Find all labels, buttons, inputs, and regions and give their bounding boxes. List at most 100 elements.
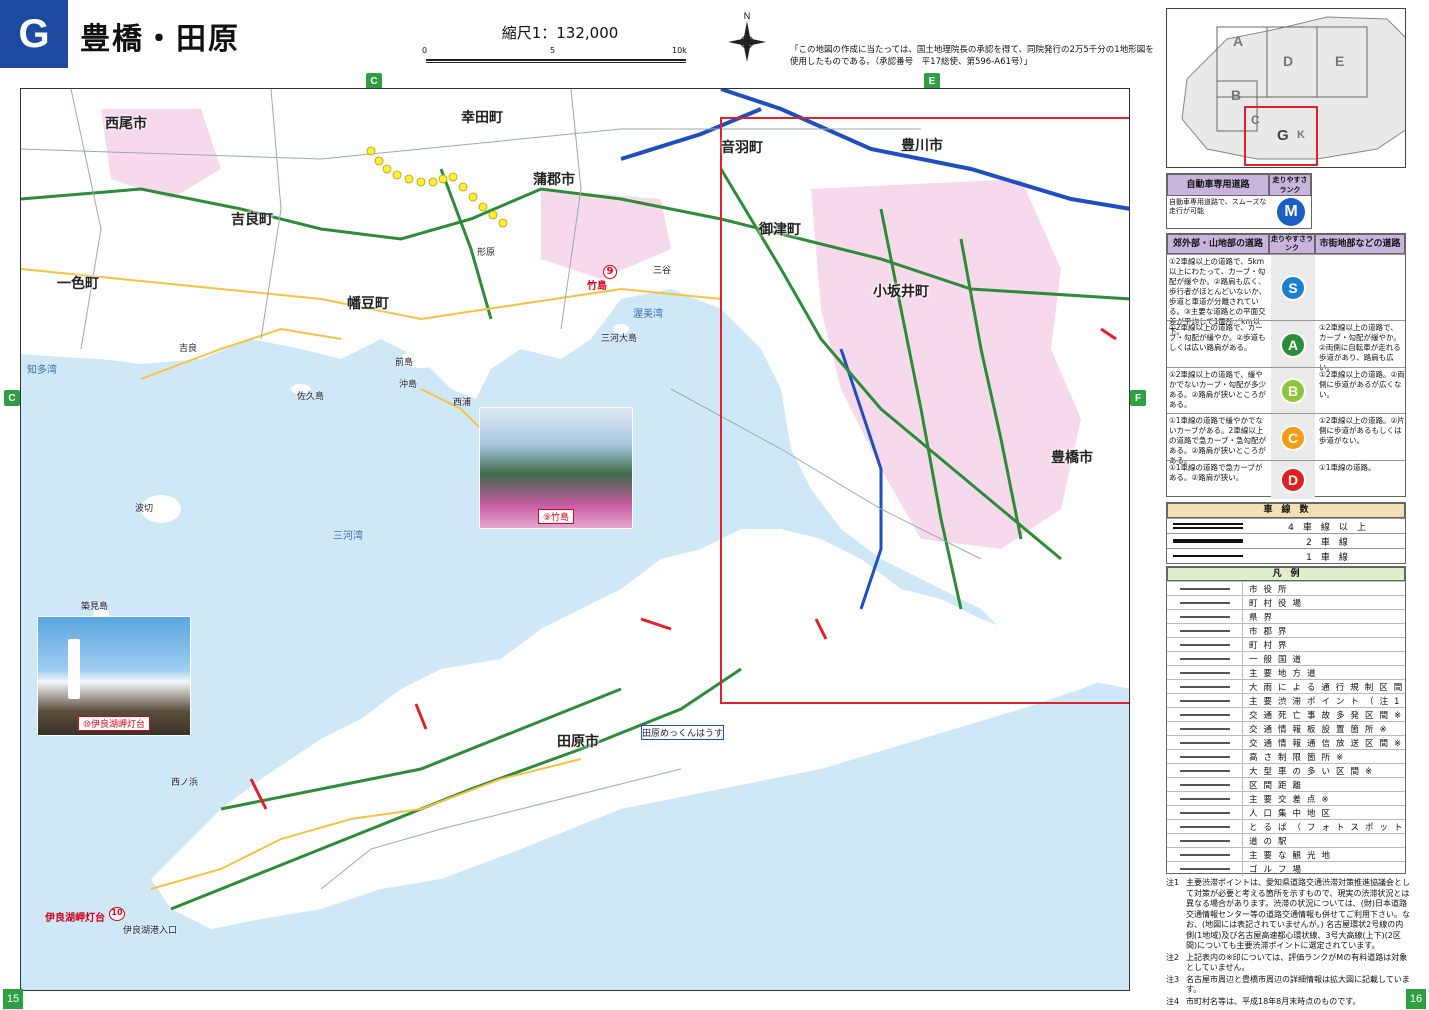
legend-symbol-icon bbox=[1167, 721, 1243, 736]
water-label: 渥美湾 bbox=[633, 309, 663, 320]
edge-marker[interactable]: F bbox=[1130, 390, 1146, 406]
rank-table: 郊外部・山地部の道路 走りやすさランク 市街地部などの道路 ①2車線以上の道路で… bbox=[1166, 233, 1406, 499]
legend-symbol-icon bbox=[1167, 581, 1243, 596]
footnote-text: 市町村名等は、平成18年8月末時点のものです。 bbox=[1186, 996, 1361, 1006]
rank-m-badge: M bbox=[1277, 198, 1305, 226]
legend-symbol-icon bbox=[1167, 595, 1243, 610]
copyright-note: 「この地図の作成に当たっては、国土地理院長の承認を得て、同院発行の2万5千分の1… bbox=[790, 45, 1154, 67]
legend-text: 人口集中地区 bbox=[1249, 808, 1337, 819]
lane1-symbol bbox=[1173, 555, 1243, 557]
legend-text: 大雨による通行規制区間※ bbox=[1249, 682, 1405, 693]
legend-row: 区間距離 bbox=[1167, 777, 1405, 792]
inset-label: E bbox=[1335, 53, 1345, 69]
legend-row: 交通死亡事故多発区間※ bbox=[1167, 707, 1405, 722]
city-label: 蒲郡市 bbox=[533, 172, 575, 188]
legend-text: とるぱ（フォトスポット＆パーキング） bbox=[1249, 822, 1405, 833]
rank-desc-right: ①2車線以上の道路で、カーブ・勾配が緩やか。②両側に自転車が走れる歩道があり、路… bbox=[1319, 323, 1401, 372]
legend-text: 市郡界 bbox=[1249, 626, 1293, 637]
photo-caption: ⑩伊良湖岬灯台 bbox=[77, 716, 151, 731]
footnote-key: 注2 bbox=[1166, 952, 1180, 962]
legend-symbol-icon bbox=[1167, 679, 1243, 694]
legend-text: 一般国道 bbox=[1249, 654, 1308, 665]
compass-icon: N bbox=[728, 11, 766, 62]
place-label: 伊良湖港入口 bbox=[123, 926, 178, 936]
rank-desc-left: ①2車線以上の道路で、カーブ・勾配が緩やか。②歩道もしくは広い路肩がある。 bbox=[1169, 323, 1266, 352]
svg-text:N: N bbox=[744, 11, 751, 21]
rank-row: ①2車線以上の道路で、5km以上にわたって、カーブ・勾配が緩やか。②路肩も広く、… bbox=[1167, 254, 1405, 336]
legend-text: 主要な観光地 bbox=[1249, 850, 1337, 861]
legend-row: 道の駅 bbox=[1167, 833, 1405, 848]
scale-tick: 5 bbox=[550, 46, 556, 55]
footnote-key: 注1 bbox=[1166, 878, 1180, 887]
legend-row: 町村役場 bbox=[1167, 595, 1405, 610]
legend-row: 一般国道 bbox=[1167, 651, 1405, 666]
legend-row: 人口集中地区 bbox=[1167, 805, 1405, 820]
rank-desc-right: ①2車線以上の道路。②両側に歩道があるが広くない。 bbox=[1319, 370, 1405, 399]
legend-symbol-icon bbox=[1167, 693, 1243, 708]
legend-symbol-icon bbox=[1167, 749, 1243, 764]
scale-bar: 縮尺1：132,000 0 5 10k bbox=[420, 22, 690, 65]
photo-takeshima: ⑨竹島 bbox=[479, 407, 633, 529]
inset-map[interactable]: A D E B C G K bbox=[1166, 8, 1406, 168]
footnotes: 注1 主要渋滞ポイントは、愛知県道路交通渋滞対策推進協議会として対策が必要と考える… bbox=[1166, 878, 1411, 1008]
legend-text: 町村役場 bbox=[1249, 598, 1308, 609]
legend-row: 主要地方道 bbox=[1167, 665, 1405, 680]
rank-badge: S bbox=[1280, 275, 1306, 301]
inset-canvas bbox=[1167, 9, 1405, 167]
rank-badge: B bbox=[1280, 378, 1306, 404]
legend-text: 大型車の多い区間※ bbox=[1249, 766, 1379, 777]
rank-desc-right: ①1車線の道路。 bbox=[1319, 463, 1376, 472]
map-area[interactable]: 西尾市 幸田町 蒲郡市 音羽町 豊川市 吉良町 一色町 幡豆町 御津町 小坂井町… bbox=[20, 88, 1130, 991]
city-label: 御津町 bbox=[759, 222, 801, 238]
legend-symbol-icon bbox=[1167, 637, 1243, 652]
rank-desc-right: ①2車線以上の道路。②片側に歩道があるもしくは歩道がない。 bbox=[1319, 416, 1405, 445]
legend-text: 交通情報板設置箇所※ bbox=[1249, 724, 1393, 735]
legend-row: 主要交差点※ bbox=[1167, 791, 1405, 806]
rank-row: ①1車線の道路で急カーブがある。②路肩が狭い。 D ①1車線の道路。 bbox=[1167, 460, 1405, 499]
place-label: 前島 bbox=[395, 358, 414, 368]
legend-row: 県界 bbox=[1167, 609, 1405, 624]
edge-marker[interactable]: C bbox=[4, 390, 20, 406]
legend-text: 町村界 bbox=[1249, 640, 1293, 651]
city-label: 幸田町 bbox=[461, 110, 503, 126]
place-label: 竹島 bbox=[587, 281, 607, 292]
legend-symbol-icon bbox=[1167, 833, 1243, 848]
panel-header: 市街地部などの道路 bbox=[1315, 234, 1405, 254]
photo-caption: ⑨竹島 bbox=[537, 509, 575, 524]
legend-row: 主要な観光地 bbox=[1167, 847, 1405, 862]
water-label: 知多湾 bbox=[27, 365, 57, 376]
footnote-key: 注3 bbox=[1166, 974, 1180, 984]
footnote-text: 主要渋滞ポイントは、愛知県道路交通渋滞対策推進協議会として対策が必要と考える箇所… bbox=[1186, 878, 1410, 950]
inset-label: B bbox=[1231, 87, 1242, 103]
legend-text: ゴルフ場 bbox=[1249, 864, 1308, 875]
rank-badge: A bbox=[1280, 331, 1306, 358]
legend-row: ゴルフ場 bbox=[1167, 861, 1405, 876]
lane-label: 2 車 線 bbox=[1306, 537, 1348, 548]
footnote-text: 名古屋市周辺と豊橋市周辺の詳細情報は拡大図に記載しています。 bbox=[1186, 974, 1410, 995]
edge-marker[interactable]: E bbox=[924, 73, 940, 89]
legend-symbol-icon bbox=[1167, 847, 1243, 862]
legend-text: 交通死亡事故多発区間※ bbox=[1249, 710, 1405, 721]
spot-label: 伊良湖岬灯台 bbox=[45, 913, 105, 924]
scale-label: 縮尺1：132,000 bbox=[501, 24, 619, 42]
lane-label: 1 車 線 bbox=[1306, 552, 1348, 563]
panel-header: 走りやすさランク bbox=[1269, 174, 1311, 196]
legend-text: 県界 bbox=[1249, 612, 1279, 623]
rank-row: ①2車線以上の道路で、カーブ・勾配が緩やか。②歩道もしくは広い路肩がある。 A ①2… bbox=[1167, 320, 1405, 372]
inset-label: D bbox=[1283, 53, 1294, 69]
city-label: 幡豆町 bbox=[347, 296, 389, 312]
inset-label: K bbox=[1297, 129, 1305, 141]
lanes-legend: 車 線 数 4 車 線 以 上 2 車 線 1 車 線 bbox=[1166, 502, 1406, 564]
panel-header: 郊外部・山地部の道路 bbox=[1167, 234, 1269, 254]
city-label: 豊橋市 bbox=[1051, 450, 1093, 466]
section-badge: G bbox=[0, 0, 68, 68]
photo-irago: ⑩伊良湖岬灯台 bbox=[37, 616, 191, 736]
city-label: 小坂井町 bbox=[873, 284, 929, 300]
legend-text: 主要渋滞ポイント（注1） bbox=[1249, 696, 1405, 707]
legend-row: とるぱ（フォトスポット＆パーキング） bbox=[1167, 819, 1405, 834]
panel-header: 凡 例 bbox=[1167, 567, 1405, 581]
legend-row: 交通情報板設置箇所※ bbox=[1167, 721, 1405, 736]
edge-marker[interactable]: C bbox=[366, 73, 382, 89]
legend-symbol-icon bbox=[1167, 707, 1243, 722]
lane-label: 4 車 線 以 上 bbox=[1288, 522, 1366, 533]
